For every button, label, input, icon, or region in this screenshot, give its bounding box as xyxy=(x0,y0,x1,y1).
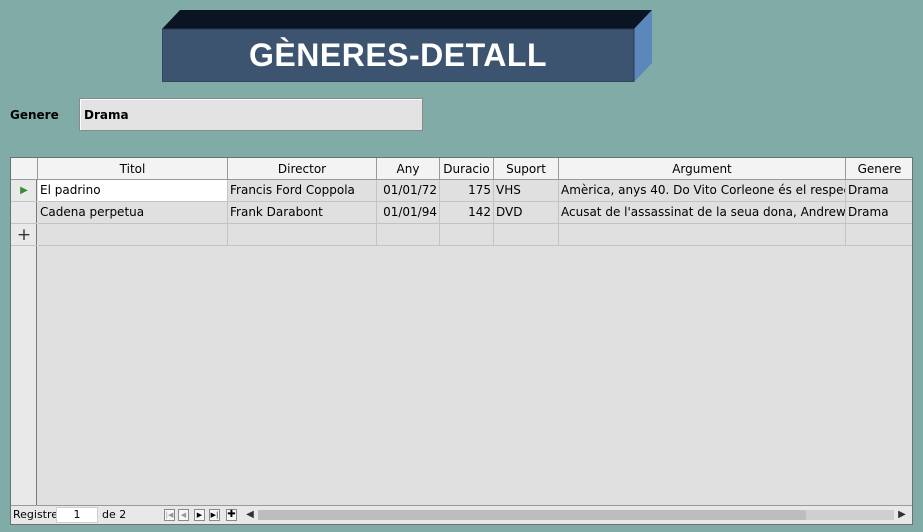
new-row-cell[interactable] xyxy=(494,224,559,246)
record-number-input[interactable]: 1 xyxy=(56,507,98,523)
new-row-cell[interactable] xyxy=(559,224,846,246)
new-record-icon[interactable]: ✚ xyxy=(226,509,237,521)
table-cell-genere[interactable]: Drama xyxy=(846,202,912,224)
column-header-director[interactable]: Director xyxy=(228,158,377,180)
form-title: GÈNERES-DETALL xyxy=(249,36,547,73)
column-header-genere[interactable]: Genere xyxy=(846,158,912,180)
table-cell-argument[interactable]: Acusat de l'assassinat de la seua dona, … xyxy=(559,202,846,224)
genre-label: Genere xyxy=(10,108,59,122)
current-row-marker-icon[interactable]: ▶ xyxy=(11,180,37,202)
column-header-any[interactable]: Any xyxy=(377,158,440,180)
scroll-right-icon[interactable]: ▶ xyxy=(896,507,908,523)
new-row-cell[interactable] xyxy=(846,224,912,246)
record-count: de 2 xyxy=(102,508,127,521)
horizontal-scrollbar[interactable]: ◀ ▶ xyxy=(244,507,910,523)
table-cell-any[interactable]: 01/01/72 xyxy=(377,180,440,202)
new-row-cell[interactable] xyxy=(228,224,377,246)
detail-table: Titol Director Any Duracio Suport Argume… xyxy=(10,157,913,525)
column-header-argument[interactable]: Argument xyxy=(559,158,846,180)
form-title-box: GÈNERES-DETALL xyxy=(162,10,652,82)
scroll-thumb[interactable] xyxy=(258,510,806,520)
new-row-cell[interactable] xyxy=(377,224,440,246)
scroll-track[interactable] xyxy=(258,510,894,520)
prev-record-icon[interactable]: ◀ xyxy=(178,509,189,521)
next-record-icon[interactable]: ▶ xyxy=(194,509,205,521)
table-cell-genere[interactable]: Drama xyxy=(846,180,912,202)
table-cell-duracio[interactable]: 175 xyxy=(440,180,494,202)
new-row-plus-icon[interactable]: + xyxy=(11,224,37,246)
table-cell-any[interactable]: 01/01/94 xyxy=(377,202,440,224)
scroll-left-icon[interactable]: ◀ xyxy=(244,507,256,523)
first-record-icon[interactable]: |◀ xyxy=(164,509,175,521)
new-row-cell[interactable] xyxy=(440,224,494,246)
table-cell-suport[interactable]: VHS xyxy=(494,180,559,202)
table-cell-argument[interactable]: Amèrica, anys 40. Do Vito Corleone és el… xyxy=(559,180,846,202)
table-cell-titol[interactable]: El padrino xyxy=(38,180,228,202)
table-cell-director[interactable]: Frank Darabont xyxy=(228,202,377,224)
table-cell-suport[interactable]: DVD xyxy=(494,202,559,224)
new-row-cell[interactable] xyxy=(38,224,228,246)
table-cell-titol[interactable]: Cadena perpetua xyxy=(38,202,228,224)
corner-header xyxy=(11,158,38,180)
column-header-suport[interactable]: Suport xyxy=(494,158,559,180)
last-record-icon[interactable]: ▶| xyxy=(209,509,220,521)
genre-field[interactable]: Drama xyxy=(79,98,423,131)
row-selector[interactable] xyxy=(11,202,37,224)
column-header-titol[interactable]: Titol xyxy=(38,158,228,180)
table-cell-duracio[interactable]: 142 xyxy=(440,202,494,224)
table-cell-director[interactable]: Francis Ford Coppola xyxy=(228,180,377,202)
column-header-duracio[interactable]: Duracio xyxy=(440,158,494,180)
record-navigator: Registre 1 de 2 |◀ ◀ ▶ ▶| ✚ ◀ ▶ xyxy=(11,505,912,524)
record-label: Registre xyxy=(13,508,59,521)
